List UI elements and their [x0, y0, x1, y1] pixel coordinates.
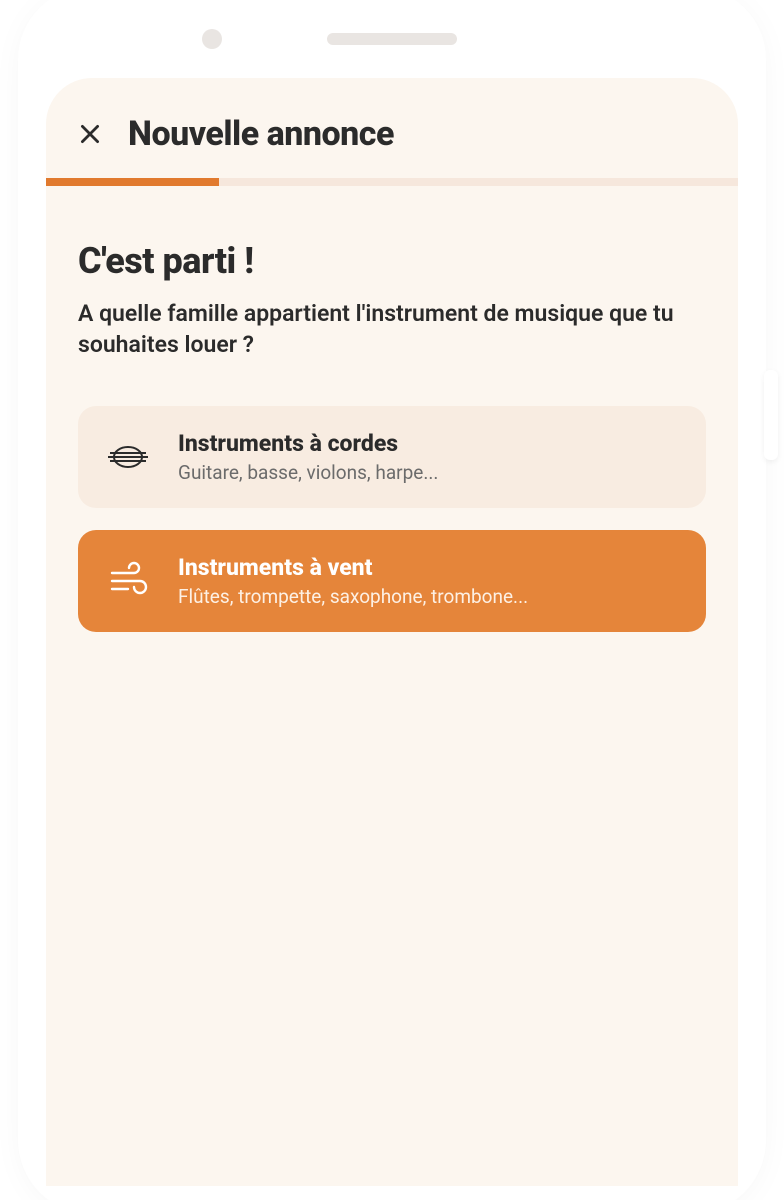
option-instruments-vent[interactable]: Instruments à vent Flûtes, trompette, sa…	[78, 530, 706, 632]
wind-icon	[104, 557, 152, 605]
content-area: C'est parti ! A quelle famille appartien…	[46, 186, 738, 632]
close-icon	[77, 121, 103, 147]
option-text: Instruments à cordes Guitare, basse, vio…	[178, 430, 438, 484]
header: Nouvelle annonce	[46, 78, 738, 178]
app-screen: Nouvelle annonce C'est parti ! A quelle …	[46, 78, 738, 1186]
content-subheading: A quelle famille appartient l'instrument…	[78, 298, 706, 360]
option-subtitle: Guitare, basse, violons, harpe...	[178, 461, 438, 484]
option-text: Instruments à vent Flûtes, trompette, sa…	[178, 554, 528, 608]
speaker-slot	[327, 33, 457, 45]
option-subtitle: Flûtes, trompette, saxophone, trombone..…	[178, 585, 528, 608]
phone-hardware-top	[32, 0, 752, 78]
progress-fill	[46, 178, 219, 186]
option-title: Instruments à vent	[178, 554, 528, 581]
strings-icon	[104, 433, 152, 481]
camera-dot	[202, 29, 222, 49]
content-heading: C'est parti !	[78, 240, 706, 282]
phone-side-button	[764, 370, 778, 460]
page-title: Nouvelle annonce	[128, 114, 394, 154]
option-instruments-cordes[interactable]: Instruments à cordes Guitare, basse, vio…	[78, 406, 706, 508]
close-button[interactable]	[74, 118, 106, 150]
phone-frame: Nouvelle annonce C'est parti ! A quelle …	[32, 0, 752, 1200]
option-title: Instruments à cordes	[178, 430, 438, 457]
progress-bar	[46, 178, 738, 186]
